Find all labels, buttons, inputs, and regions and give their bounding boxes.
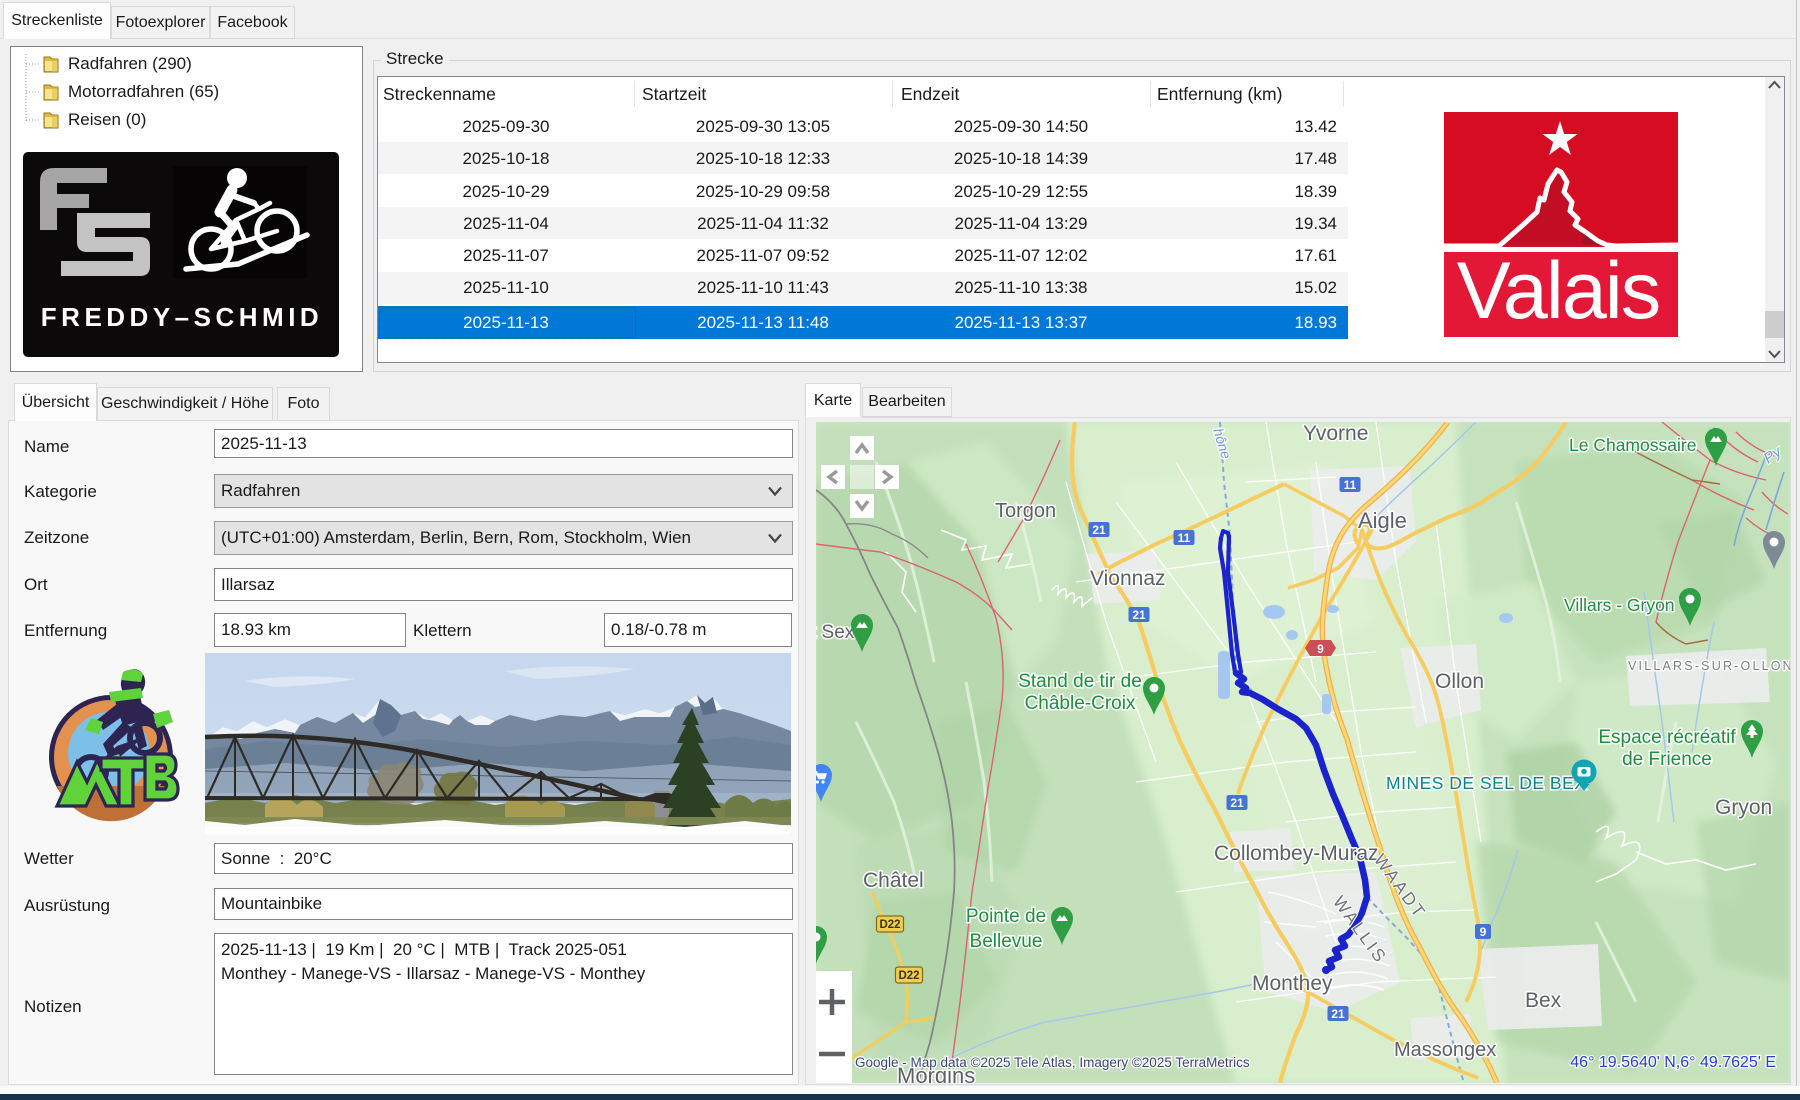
svg-text:Châble-Croix: Châble-Croix [1025,693,1136,714]
svg-text:D22: D22 [879,919,900,931]
svg-text:21: 21 [1092,523,1106,537]
svg-text:21: 21 [1132,608,1146,622]
svg-text:Valais: Valais [1457,246,1660,336]
svg-text:9: 9 [1317,642,1324,656]
svg-text:Ollon: Ollon [1435,670,1484,693]
svg-text:Villars - Gryon: Villars - Gryon [1564,595,1675,615]
svg-text:11: 11 [1178,531,1191,545]
svg-text:9: 9 [1480,925,1487,939]
svg-text:Gryon: Gryon [1715,796,1772,819]
svg-text:Bex: Bex [1525,989,1562,1012]
svg-text:Massongex: Massongex [1394,1039,1496,1061]
svg-text:Aigle: Aigle [1358,508,1407,533]
svg-text:Yvorne: Yvorne [1303,422,1368,445]
svg-text:Pointe de: Pointe de [966,906,1046,927]
svg-text:Châtel: Châtel [863,869,924,892]
svg-text:D22: D22 [898,970,919,982]
svg-text:Collombey-Muraz: Collombey-Muraz [1214,842,1379,865]
svg-text:FREDDY–SCHMID: FREDDY–SCHMID [41,302,323,332]
svg-text:MINES DE SEL DE BEX: MINES DE SEL DE BEX [1386,773,1586,793]
svg-text:21: 21 [1331,1007,1345,1021]
svg-text:Stand de tir de: Stand de tir de [1018,671,1142,692]
svg-text:Google - Map data ©2025 Tele A: Google - Map data ©2025 Tele Atlas, Imag… [855,1055,1250,1070]
svg-text:VILLARS-SUR-OLLON: VILLARS-SUR-OLLON [1628,659,1790,673]
svg-text:Monthey: Monthey [1252,972,1333,995]
svg-text:11: 11 [1344,478,1357,492]
svg-text:Bellevue: Bellevue [970,931,1043,952]
svg-text:21: 21 [1230,796,1244,810]
svg-text:t Sex: t Sex [816,622,855,643]
svg-text:Espace récréatif: Espace récréatif [1598,727,1736,748]
svg-text:de Frience: de Frience [1622,749,1712,770]
svg-text:Le Chamossaire: Le Chamossaire [1569,435,1696,455]
svg-text:46° 19.5640' N,6° 49.7625' E: 46° 19.5640' N,6° 49.7625' E [1570,1054,1776,1071]
svg-text:Torgon: Torgon [995,500,1056,522]
svg-text:Vionnaz: Vionnaz [1090,567,1166,590]
